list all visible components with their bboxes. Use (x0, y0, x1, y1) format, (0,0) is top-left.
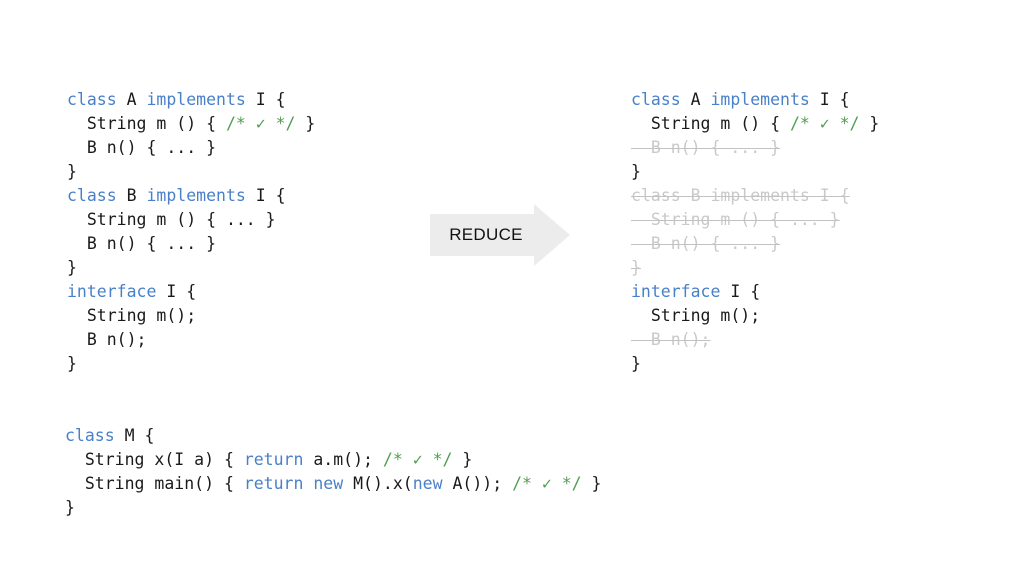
code-line: String x(I a) { return a.m(); /* ✓ */ } (65, 448, 602, 472)
code-span-plain: } (631, 162, 641, 181)
code-span-kw: new (313, 474, 354, 493)
code-span-plain: } (295, 114, 316, 133)
code-span-plain: String m () { ... } (631, 210, 840, 229)
code-line-deleted: B n() { ... } (631, 232, 879, 256)
code-span-plain: String m () { ... } (67, 210, 276, 229)
reduce-arrow-label: REDUCE (449, 225, 523, 244)
code-span-cmt: /* ✓ */ (382, 450, 453, 469)
code-span-plain: } (631, 258, 641, 277)
code-span-kw: class (631, 90, 691, 109)
code-line: String m () { /* ✓ */ } (67, 112, 316, 136)
code-line-deleted: B n() { ... } (631, 136, 879, 160)
code-span-plain: I { (166, 282, 197, 301)
code-span-plain: } (581, 474, 602, 493)
code-span-plain: M().x( (353, 474, 413, 493)
code-span-plain: } (631, 354, 641, 373)
code-span-plain: I { (255, 90, 286, 109)
code-span-plain: B n(); (631, 330, 711, 349)
code-line: } (631, 352, 879, 376)
code-line: } (67, 352, 315, 376)
code-span-cmt: /* ✓ */ (512, 474, 582, 493)
code-line-deleted: B n(); (631, 328, 879, 352)
code-span-plain: a.m(); (313, 450, 383, 469)
code-span-plain: I { (255, 186, 286, 205)
code-span-kw: implements (146, 90, 256, 109)
code-span-kw: implements (146, 186, 256, 205)
code-span-plain: } (859, 114, 880, 133)
code-line: String m () { ... } (67, 208, 315, 232)
code-line: String m(); (631, 304, 879, 328)
code-line: B n(); (67, 328, 315, 352)
code-span-plain: } (67, 354, 77, 373)
code-span-plain: String m () { (67, 114, 226, 133)
code-span-plain: String main() { (65, 474, 244, 493)
code-line: class A implements I { (67, 88, 315, 112)
code-span-plain: } (67, 162, 77, 181)
code-span-plain: String m () { (631, 114, 790, 133)
code-span-plain: I { (819, 186, 850, 205)
code-span-plain: B n() { ... } (631, 234, 781, 253)
code-span-plain: String m(); (631, 306, 761, 325)
code-line: } (67, 256, 315, 280)
code-span-plain: A (690, 90, 711, 109)
code-span-kw: new (412, 474, 453, 493)
code-line: } (631, 160, 879, 184)
code-line: } (67, 160, 315, 184)
code-line: B n() { ... } (67, 136, 315, 160)
code-line: String m () { /* ✓ */ } (631, 112, 880, 136)
code-span-plain: I { (819, 90, 850, 109)
code-line: interface I { (631, 280, 879, 304)
code-span-kw: implements (710, 90, 820, 109)
code-span-cmt: /* ✓ */ (789, 114, 860, 133)
code-line-deleted: class B implements I { (631, 184, 879, 208)
code-span-plain: } (452, 450, 473, 469)
code-line: class B implements I { (67, 184, 315, 208)
code-line: class M { (65, 424, 602, 448)
code-span-kw: interface (631, 282, 731, 301)
code-span-plain: I { (730, 282, 761, 301)
code-block-after-reduce: class A implements I { String m () { /* … (631, 88, 879, 376)
code-line-deleted: } (631, 256, 879, 280)
code-span-kw: return (243, 474, 314, 493)
code-span-plain: } (65, 498, 75, 517)
code-line: B n() { ... } (67, 232, 315, 256)
code-span-plain: B (690, 186, 711, 205)
code-line: interface I { (67, 280, 315, 304)
code-span-kw: class (67, 90, 127, 109)
code-line: String main() { return new M().x(new A()… (65, 472, 602, 496)
code-line: } (65, 496, 602, 520)
code-block-main-class: class M { String x(I a) { return a.m(); … (65, 424, 602, 520)
code-span-cmt: /* ✓ */ (225, 114, 296, 133)
code-line: class A implements I { (631, 88, 879, 112)
code-span-kw: return (243, 450, 314, 469)
code-span-plain: B n() { ... } (67, 138, 217, 157)
code-span-plain: B n() { ... } (631, 138, 781, 157)
code-line-deleted: String m () { ... } (631, 208, 879, 232)
code-span-plain: A()); (452, 474, 513, 493)
code-span-kw: implements (710, 186, 820, 205)
code-span-kw: class (67, 186, 127, 205)
code-span-plain: String x(I a) { (65, 450, 244, 469)
code-span-plain: String m(); (67, 306, 197, 325)
code-span-kw: class (65, 426, 125, 445)
code-span-plain: B (126, 186, 147, 205)
code-span-kw: class (631, 186, 691, 205)
code-span-plain: M { (124, 426, 155, 445)
code-span-plain: } (67, 258, 77, 277)
code-span-plain: B n(); (67, 330, 147, 349)
code-span-plain: A (126, 90, 147, 109)
code-span-plain: B n() { ... } (67, 234, 217, 253)
code-block-before-reduce: class A implements I { String m () { /* … (67, 88, 315, 376)
code-line: String m(); (67, 304, 315, 328)
code-span-kw: interface (67, 282, 167, 301)
